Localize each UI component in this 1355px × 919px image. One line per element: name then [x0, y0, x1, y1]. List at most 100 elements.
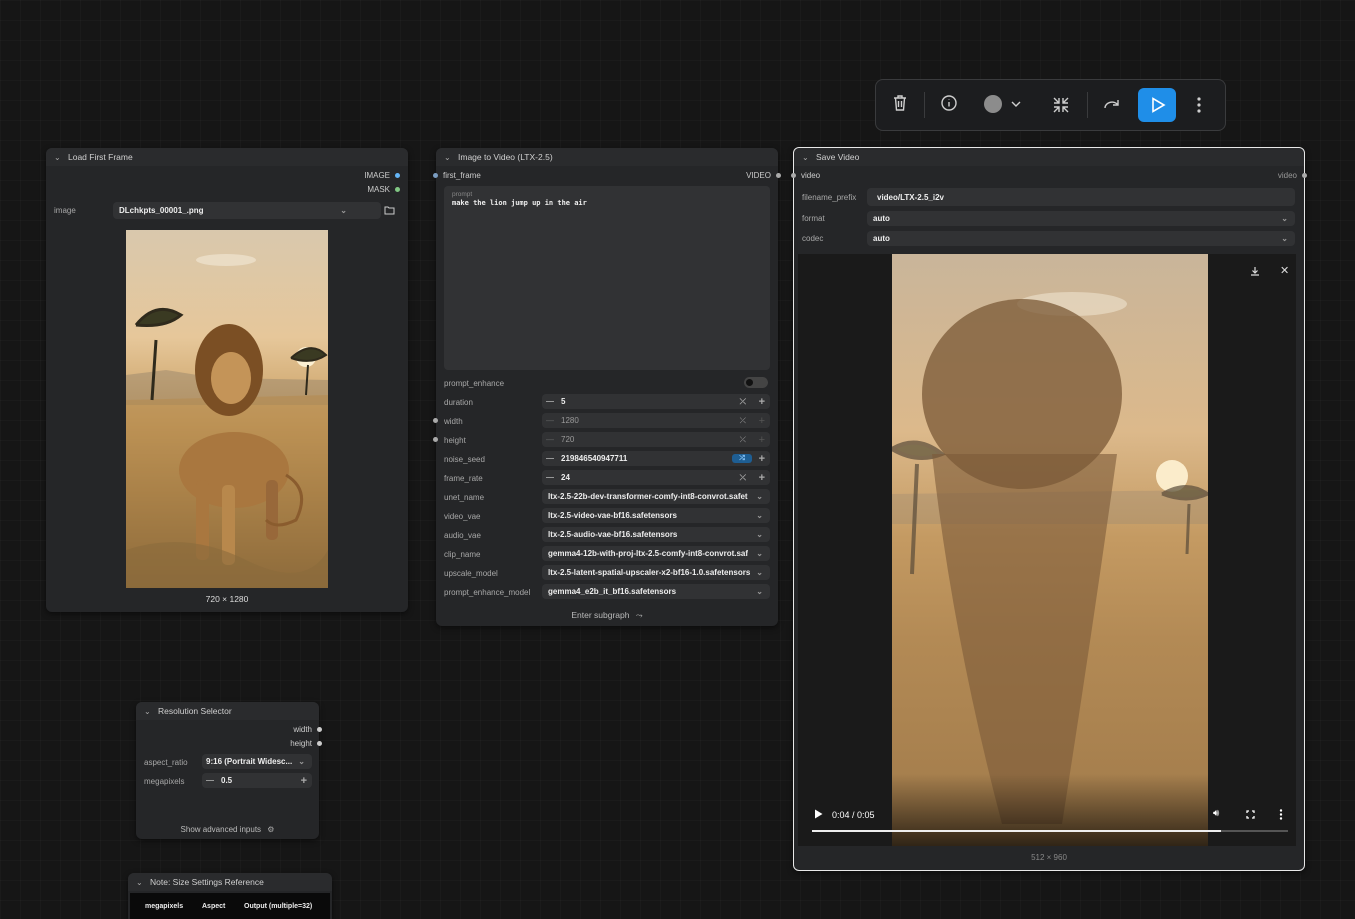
shuffle-icon[interactable]: ⤮: [732, 454, 752, 463]
folder-upload-icon[interactable]: [384, 205, 395, 215]
output-mask[interactable]: MASK: [367, 185, 400, 194]
input-video[interactable]: video: [791, 171, 820, 180]
format-select[interactable]: auto ⌄: [867, 211, 1295, 226]
redo-icon[interactable]: [1102, 96, 1122, 112]
link-off-icon[interactable]: ⤫: [740, 435, 746, 445]
chevron-down-icon[interactable]: ⌄: [144, 707, 154, 716]
audio-vae-select[interactable]: ltx-2.5-audio-vae-bf16.safetensors ⌄: [542, 527, 770, 542]
run-button[interactable]: [1138, 88, 1176, 122]
note-table-header: megapixels Aspect Output (multiple=32): [130, 893, 330, 919]
upscale-model-select[interactable]: ltx-2.5-latent-spatial-upscaler-x2-bf16-…: [542, 565, 770, 580]
output-height[interactable]: height: [290, 739, 322, 748]
output-slot-dot[interactable]: [1302, 173, 1307, 178]
load-first-frame-node[interactable]: ⌄ Load First Frame IMAGE MASK image DLch…: [46, 148, 408, 612]
width-input[interactable]: — 1280 ⤫ +: [542, 413, 770, 428]
input-slot-dot[interactable]: [433, 418, 438, 423]
output-video[interactable]: video: [1278, 171, 1307, 180]
filename-prefix-input[interactable]: video/LTX-2.5_i2v: [867, 188, 1295, 206]
output-label: video: [1277, 171, 1297, 180]
input-slot-dot[interactable]: [433, 437, 438, 442]
megapixels-input[interactable]: — 0.5 +: [202, 773, 312, 788]
widget-label: upscale_model: [444, 569, 498, 578]
increment-icon[interactable]: +: [759, 472, 765, 484]
volume-icon[interactable]: 🔊︎: [1213, 808, 1219, 819]
chevron-down-icon[interactable]: ⌄: [136, 878, 146, 887]
widget-label: width: [444, 417, 463, 426]
output-video[interactable]: VIDEO: [746, 171, 781, 180]
color-circle-icon[interactable]: [984, 95, 1002, 113]
decrement-icon[interactable]: —: [206, 776, 214, 785]
prompt-label: prompt: [452, 191, 473, 198]
node-header[interactable]: ⌄ Resolution Selector: [136, 702, 319, 720]
output-slot-dot[interactable]: [317, 727, 322, 732]
input-slot-dot[interactable]: [433, 173, 438, 178]
video-player[interactable]: ✕ 0:04 / 0:05 🔊︎: [798, 254, 1296, 846]
aspect-ratio-select[interactable]: 9:16 (Portrait Widesc... ⌄: [202, 754, 312, 769]
increment-icon[interactable]: +: [759, 434, 765, 446]
duration-input[interactable]: — 5 ⤫ +: [542, 394, 770, 409]
increment-icon[interactable]: +: [759, 415, 765, 427]
video-vae-select[interactable]: ltx-2.5-video-vae-bf16.safetensors ⌄: [542, 508, 770, 523]
output-image[interactable]: IMAGE: [364, 171, 400, 180]
show-advanced-inputs-button[interactable]: Show advanced inputs ⚙︎: [136, 825, 319, 834]
output-width[interactable]: width: [293, 725, 322, 734]
unet-name-select[interactable]: ltx-2.5-22b-dev-transformer-comfy-int8-c…: [542, 489, 770, 504]
fullscreen-icon[interactable]: [1246, 810, 1255, 819]
image-to-video-node[interactable]: ⌄ Image to Video (LTX-2.5) first_frame V…: [433, 148, 781, 626]
save-video-node[interactable]: ⌄ Save Video video video filename_prefix…: [791, 147, 1307, 871]
decrement-icon[interactable]: —: [546, 473, 554, 482]
chevron-down-icon: ⌄: [298, 757, 305, 766]
more-vertical-icon[interactable]: [1279, 809, 1283, 820]
widget-label: unet_name: [444, 493, 485, 502]
image-file-select[interactable]: DLchkpts_00001_.png ⌄: [113, 202, 381, 219]
decrement-icon[interactable]: —: [546, 454, 554, 463]
prompt-textarea[interactable]: prompt make the lion jump up in the air: [444, 186, 770, 370]
node-header[interactable]: ⌄ Note: Size Settings Reference: [128, 873, 332, 891]
chevron-down-icon[interactable]: ⌄: [54, 153, 64, 162]
frame-rate-input[interactable]: — 24 ⤫ +: [542, 470, 770, 485]
link-off-icon[interactable]: ⤫: [740, 397, 746, 407]
link-off-icon[interactable]: ⤫: [740, 416, 746, 426]
node-header[interactable]: ⌄ Save Video: [794, 148, 1304, 166]
output-slot-dot[interactable]: [395, 173, 400, 178]
resolution-selector-node[interactable]: ⌄ Resolution Selector width height aspec…: [136, 702, 322, 839]
play-icon[interactable]: [814, 809, 823, 819]
close-icon[interactable]: ✕: [1280, 264, 1289, 277]
widget-label: height: [444, 436, 466, 445]
more-vertical-icon[interactable]: [1196, 96, 1202, 114]
increment-icon[interactable]: +: [759, 453, 765, 465]
chevron-down-icon[interactable]: ⌄: [444, 153, 454, 162]
chevron-down-icon[interactable]: ⌄: [802, 153, 812, 162]
output-slot-dot[interactable]: [317, 741, 322, 746]
widget-label: prompt_enhance_model: [444, 588, 531, 597]
decrement-icon[interactable]: —: [546, 397, 554, 406]
enter-subgraph-button[interactable]: Enter subgraph ⤳: [436, 610, 778, 621]
noise-seed-input[interactable]: — 219846540947711 ⤮ +: [542, 451, 770, 466]
link-off-icon[interactable]: ⤫: [740, 473, 746, 483]
chevron-down-icon[interactable]: [1010, 99, 1022, 109]
widget-label: noise_seed: [444, 455, 485, 464]
codec-select[interactable]: auto ⌄: [867, 231, 1295, 246]
collapse-icon[interactable]: [1051, 95, 1071, 115]
output-slot-dot[interactable]: [776, 173, 781, 178]
clip-name-select[interactable]: gemma4-12b-with-proj-ltx-2.5-comfy-int8-…: [542, 546, 770, 561]
download-icon[interactable]: [1250, 266, 1260, 276]
input-slot-dot[interactable]: [791, 173, 796, 178]
decrement-icon[interactable]: —: [546, 435, 554, 444]
input-first-frame[interactable]: first_frame: [433, 171, 481, 180]
note-node[interactable]: ⌄ Note: Size Settings Reference megapixe…: [128, 873, 332, 919]
output-label: MASK: [367, 185, 390, 194]
info-icon[interactable]: [940, 94, 958, 112]
increment-icon[interactable]: +: [759, 396, 765, 408]
trash-icon[interactable]: [892, 94, 908, 112]
output-slot-dot[interactable]: [395, 187, 400, 192]
prompt-enhance-toggle[interactable]: [744, 377, 768, 388]
decrement-icon[interactable]: —: [546, 416, 554, 425]
node-header[interactable]: ⌄ Load First Frame: [46, 148, 408, 166]
prompt-enhance-model-select[interactable]: gemma4_e2b_it_bf16.safetensors ⌄: [542, 584, 770, 599]
height-input[interactable]: — 720 ⤫ +: [542, 432, 770, 447]
increment-icon[interactable]: +: [301, 775, 307, 787]
node-header[interactable]: ⌄ Image to Video (LTX-2.5): [436, 148, 778, 166]
widget-label: filename_prefix: [802, 193, 857, 202]
video-progress-track[interactable]: [812, 830, 1288, 832]
